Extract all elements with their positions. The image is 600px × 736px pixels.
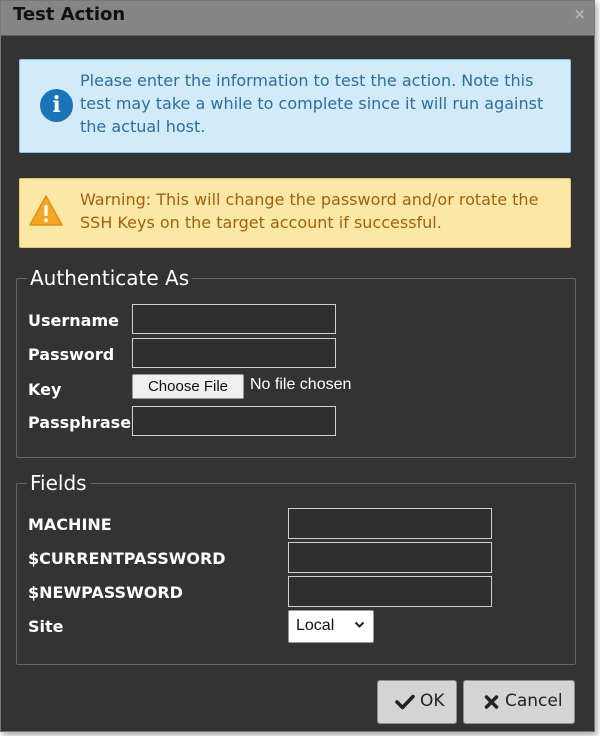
choose-file-button[interactable]: Choose File [132,374,244,399]
test-action-dialog: Test Action × i Please enter the informa… [0,0,595,732]
machine-input[interactable] [288,508,492,539]
no-file-chosen-text: No file chosen [250,376,352,393]
key-label: Key [28,380,62,399]
current-password-input[interactable] [288,542,492,573]
warning-icon [29,195,63,226]
ok-button-label: OK [420,691,445,711]
warning-alert: Warning: This will change the password a… [19,178,571,248]
warning-alert-text: Warning: This will change the password a… [80,190,539,232]
dialog-titlebar[interactable]: Test Action × [1,1,594,36]
chevron-down-icon [354,621,365,628]
cancel-button-label: Cancel [505,691,563,711]
site-select[interactable]: Local [288,610,374,643]
site-select-value: Local [296,617,335,634]
username-input[interactable] [132,304,336,334]
new-password-input[interactable] [288,576,492,607]
dialog-title: Test Action [13,4,126,25]
site-label: Site [28,617,64,636]
authenticate-as-legend: Authenticate As [30,266,190,290]
info-alert-text: Please enter the information to test the… [80,71,544,136]
info-alert: i Please enter the information to test t… [19,59,571,153]
close-icon[interactable]: × [573,5,586,23]
passphrase-input[interactable] [132,406,336,436]
close-x-icon [484,695,499,709]
password-input[interactable] [132,338,336,368]
fields-legend: Fields [30,471,87,495]
passphrase-label: Passphrase [28,413,132,432]
checkmark-icon [395,694,415,710]
cancel-button[interactable]: Cancel [463,680,575,724]
info-icon: i [40,89,73,122]
password-label: Password [28,345,115,364]
ok-button[interactable]: OK [377,680,457,724]
current-password-label: $CURRENTPASSWORD [28,549,226,568]
machine-label: MACHINE [28,515,112,534]
new-password-label: $NEWPASSWORD [28,583,183,602]
username-label: Username [28,311,119,330]
